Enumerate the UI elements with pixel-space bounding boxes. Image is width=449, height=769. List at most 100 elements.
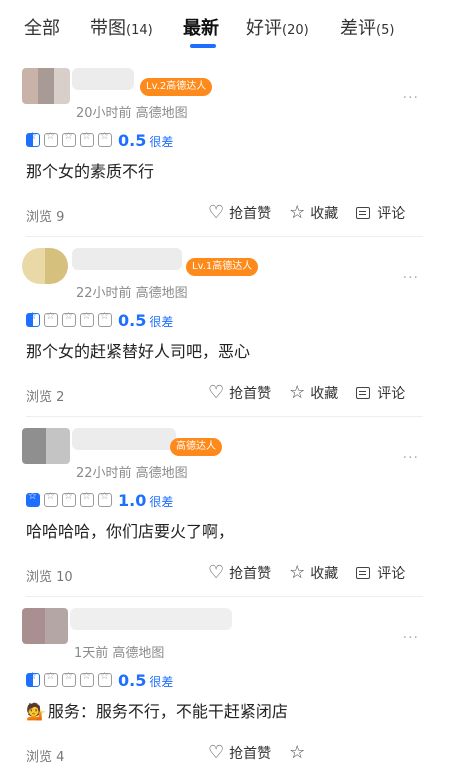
like-button[interactable]: ♡ 抢首赞: [208, 202, 271, 223]
review-actions: ♡ 抢首赞 ☆ 收藏 评论: [208, 562, 405, 583]
star-outline-icon: ☆: [289, 562, 306, 583]
review-tabs: 全部 带图(14) 最新 好评(20) 差评(5): [0, 0, 449, 58]
more-icon[interactable]: ...: [403, 446, 419, 462]
star-icon: [98, 311, 112, 327]
review-content[interactable]: 那个女的赶紧替好人司吧，恶心: [26, 338, 250, 362]
view-count: 浏览 4: [26, 750, 65, 765]
username-blurred[interactable]: [72, 428, 176, 450]
score-word: 很差: [149, 675, 174, 689]
score: 0.5: [118, 130, 147, 150]
avatar[interactable]: [22, 608, 68, 644]
heart-icon: ♡: [208, 382, 225, 403]
review-time: 1天前 高德地图: [74, 646, 165, 661]
star-outline-icon: ☆: [289, 742, 306, 763]
star-rating: 1.0 很差: [26, 490, 173, 510]
favorite-button[interactable]: ☆ 收藏: [289, 202, 338, 223]
tab-all[interactable]: 全部: [24, 14, 60, 40]
star-icon: [26, 671, 40, 687]
avatar[interactable]: [22, 248, 68, 284]
review-time: 22小时前 高德地图: [76, 286, 188, 301]
username-blurred[interactable]: [72, 248, 182, 270]
star-rating: 0.5 很差: [26, 310, 173, 330]
avatar[interactable]: [22, 68, 70, 104]
star-icon: [44, 671, 58, 687]
review-content[interactable]: 哈哈哈哈，你们店要火了啊，: [26, 518, 234, 542]
comment-button[interactable]: 评论: [356, 203, 405, 223]
star-icon: [26, 131, 40, 147]
avatar[interactable]: [22, 428, 70, 464]
heart-icon: ♡: [208, 742, 225, 763]
like-button[interactable]: ♡ 抢首赞: [208, 742, 271, 763]
tab-latest[interactable]: 最新: [183, 14, 219, 40]
star-rating: 0.5 很差: [26, 670, 173, 690]
star-icon: [62, 311, 76, 327]
star-icon: [62, 491, 76, 507]
review-item: Lv.1高德达人 22小时前 高德地图 ... 0.5 很差 那个女的赶紧替好人…: [0, 238, 449, 418]
review-item: 1天前 高德地图 ... 0.5 很差 💁服务：服务不行，不能干赶紧闭店 浏览 …: [0, 598, 449, 769]
score-word: 很差: [149, 135, 174, 149]
comment-button[interactable]: 评论: [356, 383, 405, 403]
tab-with-images[interactable]: 带图(14): [90, 14, 153, 40]
view-count: 浏览 2: [26, 390, 65, 405]
comment-icon: [356, 566, 371, 579]
star-icon: [44, 491, 58, 507]
score: 0.5: [118, 310, 147, 330]
star-icon: [80, 491, 94, 507]
review-time: 20小时前 高德地图: [76, 106, 188, 121]
active-tab-indicator: [190, 44, 216, 48]
star-outline-icon: ☆: [289, 202, 306, 223]
username-blurred[interactable]: [72, 68, 134, 90]
star-icon: [26, 491, 40, 507]
star-outline-icon: ☆: [289, 382, 306, 403]
review-actions: ♡ 抢首赞 ☆ 收藏 评论: [208, 382, 405, 403]
more-icon[interactable]: ...: [403, 626, 419, 642]
review-actions: ♡ 抢首赞 ☆ 收藏 评论: [208, 202, 405, 223]
star-icon: [80, 671, 94, 687]
like-button[interactable]: ♡ 抢首赞: [208, 562, 271, 583]
divider: [26, 596, 423, 597]
review-actions: ♡ 抢首赞 ☆: [208, 742, 310, 763]
star-rating: 0.5 很差: [26, 130, 173, 150]
level-badge: Lv.2高德达人: [140, 78, 213, 96]
favorite-button[interactable]: ☆ 收藏: [289, 382, 338, 403]
review-content[interactable]: 那个女的素质不行: [26, 158, 154, 182]
favorite-button[interactable]: ☆: [289, 742, 310, 763]
like-button[interactable]: ♡ 抢首赞: [208, 382, 271, 403]
star-icon: [98, 131, 112, 147]
score: 1.0: [118, 490, 147, 510]
star-icon: [62, 131, 76, 147]
score-word: 很差: [149, 495, 174, 509]
star-icon: [44, 311, 58, 327]
star-icon: [44, 131, 58, 147]
more-icon[interactable]: ...: [403, 266, 419, 282]
comment-icon: [356, 386, 371, 399]
review-content-text: 服务：服务不行，不能干赶紧闭店: [47, 702, 288, 721]
tab-negative[interactable]: 差评(5): [340, 14, 394, 40]
heart-icon: ♡: [208, 562, 225, 583]
view-count: 浏览 10: [26, 570, 73, 585]
heart-icon: ♡: [208, 202, 225, 223]
username-blurred[interactable]: [70, 608, 232, 630]
review-item: Lv.2高德达人 20小时前 高德地图 ... 0.5 很差 那个女的素质不行 …: [0, 58, 449, 238]
level-badge: 高德达人: [170, 438, 222, 456]
comment-button[interactable]: 评论: [356, 563, 405, 583]
more-icon[interactable]: ...: [403, 86, 419, 102]
view-count: 浏览 9: [26, 210, 65, 225]
tab-positive[interactable]: 好评(20): [246, 14, 309, 40]
star-icon: [80, 311, 94, 327]
comment-icon: [356, 206, 371, 219]
star-icon: [98, 671, 112, 687]
star-icon: [80, 131, 94, 147]
review-time: 22小时前 高德地图: [76, 466, 188, 481]
divider: [26, 236, 423, 237]
star-icon: [26, 311, 40, 327]
level-badge: Lv.1高德达人: [186, 258, 259, 276]
star-icon: [62, 671, 76, 687]
favorite-button[interactable]: ☆ 收藏: [289, 562, 338, 583]
review-item: 高德达人 22小时前 高德地图 ... 1.0 很差 哈哈哈哈，你们店要火了啊，…: [0, 418, 449, 598]
score: 0.5: [118, 670, 147, 690]
star-icon: [98, 491, 112, 507]
divider: [26, 416, 423, 417]
review-content[interactable]: 💁 服务：服务不行，不能干赶紧闭店: [26, 698, 288, 722]
score-word: 很差: [149, 315, 174, 329]
